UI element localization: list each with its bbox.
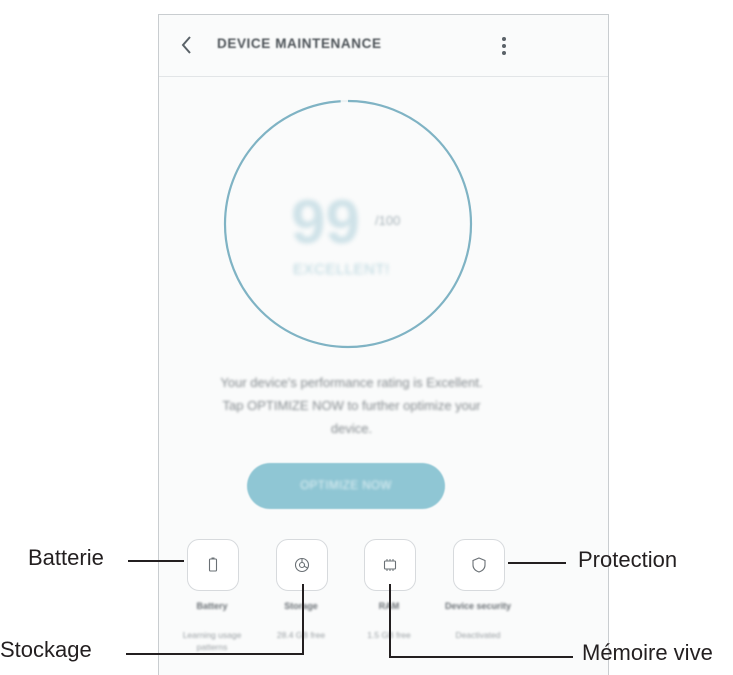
callout-ram-line <box>389 584 391 658</box>
callout-storage-line <box>302 584 304 655</box>
score-rating-label: EXCELLENT! <box>293 261 390 278</box>
storage-label: Storage <box>284 601 318 611</box>
storage-icon <box>294 557 310 573</box>
battery-button[interactable] <box>187 539 239 591</box>
callout-ram: Mémoire vive <box>582 640 713 665</box>
chevron-left-icon[interactable] <box>177 33 197 57</box>
description-line: Your device's performance rating is Exce… <box>220 375 483 390</box>
device-security-label: Device security <box>444 601 512 611</box>
battery-status: Learning usage patterns <box>182 630 242 652</box>
app-bar: DEVICE MAINTENANCE <box>159 15 608 77</box>
ram-chip-icon <box>383 559 397 571</box>
description-line: device. <box>330 421 373 436</box>
callout-battery: Batterie <box>28 545 104 570</box>
page-title: DEVICE MAINTENANCE <box>217 36 382 51</box>
app-bar-divider <box>159 76 608 77</box>
description-line: Tap OPTIMIZE NOW to further optimize you… <box>222 398 481 413</box>
callout-ram-line <box>391 656 573 658</box>
battery-label: Battery <box>196 601 228 611</box>
callout-battery-line <box>128 560 184 562</box>
score-value: 99 <box>291 188 360 257</box>
device-screen: DEVICE MAINTENANCE 99 /100 EXCELLENT! Yo… <box>158 14 609 675</box>
shield-icon <box>472 557 486 573</box>
device-security-button[interactable] <box>453 539 505 591</box>
performance-description: Your device's performance rating is Exce… <box>177 371 526 440</box>
optimize-now-button[interactable]: OPTIMIZE NOW <box>247 463 445 509</box>
score-max: /100 <box>375 213 401 228</box>
callout-security-line <box>508 562 566 564</box>
battery-icon <box>208 557 218 572</box>
storage-status: 28.4 GB free <box>276 630 326 640</box>
callout-storage: Stockage <box>0 637 92 662</box>
callout-security: Protection <box>578 547 678 572</box>
more-vertical-icon[interactable] <box>494 35 514 57</box>
device-security-status: Deactivated <box>455 630 501 640</box>
optimize-now-label: OPTIMIZE NOW <box>300 480 392 492</box>
callout-storage-line <box>126 653 304 655</box>
